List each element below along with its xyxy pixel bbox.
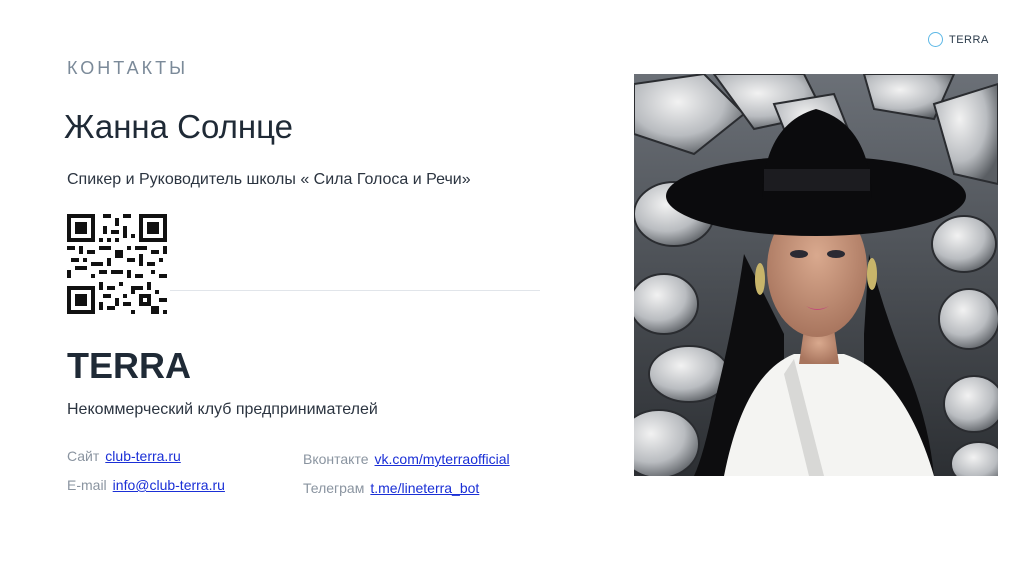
site-link[interactable]: club-terra.ru bbox=[105, 448, 180, 464]
contact-telegram: Телеграм t.me/lineterra_bot bbox=[303, 480, 479, 496]
circle-logo-icon bbox=[928, 32, 943, 47]
divider bbox=[170, 290, 540, 291]
contact-vk-label: Вконтакте bbox=[303, 451, 369, 467]
portrait-illustration bbox=[634, 74, 998, 476]
qr-code-icon bbox=[67, 214, 167, 314]
org-name: TERRA bbox=[67, 345, 191, 386]
portrait-photo bbox=[634, 74, 998, 476]
person-name: Жанна Солнце bbox=[64, 108, 293, 145]
contact-email-label: E-mail bbox=[67, 477, 107, 493]
org-tagline: Некоммерческий клуб предпринимателей bbox=[67, 401, 378, 418]
contact-vk: Вконтакте vk.com/myterraofficial bbox=[303, 451, 510, 467]
telegram-link[interactable]: t.me/lineterra_bot bbox=[370, 480, 479, 496]
vk-link[interactable]: vk.com/myterraofficial bbox=[375, 451, 510, 467]
terra-logo: TERRA bbox=[928, 32, 989, 47]
person-role: Спикер и Руководитель школы « Сила Голос… bbox=[67, 171, 471, 188]
section-title: КОНТАКТЫ bbox=[67, 58, 189, 78]
contact-telegram-label: Телеграм bbox=[303, 480, 365, 496]
contact-site-label: Сайт bbox=[67, 448, 100, 464]
contact-site: Сайт club-terra.ru bbox=[67, 448, 181, 464]
contact-email: E-mail info@club-terra.ru bbox=[67, 477, 225, 493]
logo-text: TERRA bbox=[949, 33, 989, 46]
email-link[interactable]: info@club-terra.ru bbox=[113, 477, 225, 493]
